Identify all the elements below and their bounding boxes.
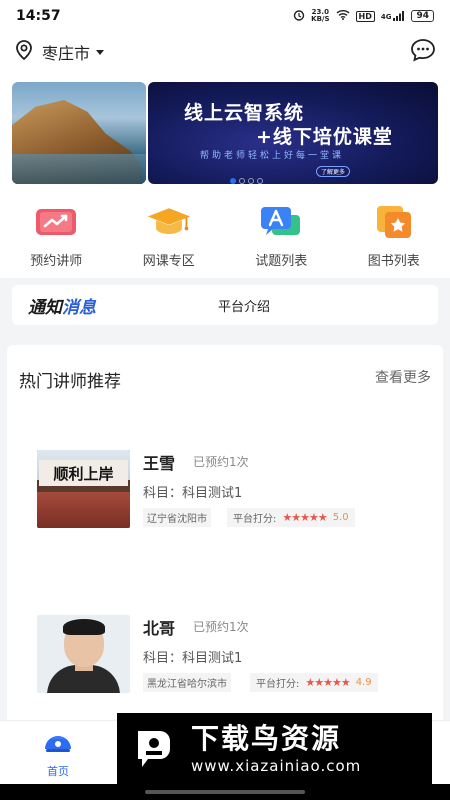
banner-slide-previous[interactable] xyxy=(12,82,146,184)
teacher-item[interactable]: 顺利上岸 王雪 已预约1次 科目：科目测试1 辽宁省沈阳市 平台打分: ★★★★… xyxy=(37,450,427,530)
gesture-handle[interactable] xyxy=(145,790,305,794)
quick-item-quiz-list[interactable]: 试题列表 xyxy=(225,194,338,278)
graduation-cap-icon xyxy=(146,204,192,240)
rating-stars: ★★★★★ xyxy=(305,676,350,689)
carousel-dot[interactable] xyxy=(230,178,236,184)
quick-item-online-course[interactable]: 网课专区 xyxy=(113,194,226,278)
status-bar: 14:57 23.0 KB/S HD 4G 94 xyxy=(0,0,450,32)
notice-bar[interactable]: 通知消息 平台介绍 xyxy=(12,285,438,325)
quick-item-label: 试题列表 xyxy=(255,254,308,269)
see-more-link[interactable]: 查看更多 xyxy=(375,367,431,387)
banner-title-line2: +线下培优课堂 xyxy=(256,126,393,148)
watermark: 下载鸟资源 www.xiazainiao.com xyxy=(117,713,432,785)
watermark-url: www.xiazainiao.com xyxy=(191,757,362,775)
teacher-rating: 平台打分: ★★★★★ 5.0 xyxy=(227,508,355,527)
banner-slide-current[interactable]: 线上云智系统 +线下培优课堂 帮助老师轻松上好每一堂课 了解更多 xyxy=(148,82,438,184)
status-icons: 23.0 KB/S HD 4G 94 xyxy=(293,9,434,24)
system-nav-bar xyxy=(0,784,450,800)
banner-carousel[interactable]: 线上云智系统 +线下培优课堂 帮助老师轻松上好每一堂课 了解更多 xyxy=(0,72,450,194)
chevron-down-icon[interactable] xyxy=(96,49,105,55)
rating-score: 4.9 xyxy=(355,677,372,688)
trend-chart-icon xyxy=(33,204,79,240)
banner-title-line1: 线上云智系统 xyxy=(184,102,305,124)
teacher-photo: 顺利上岸 xyxy=(37,450,130,528)
quiz-chat-icon xyxy=(258,204,304,240)
teacher-subject: 科目：科目测试1 xyxy=(143,486,243,501)
quick-item-label: 预约讲师 xyxy=(30,254,83,269)
teacher-booked-count: 已预约1次 xyxy=(193,620,249,634)
carousel-indicator xyxy=(230,178,263,184)
teacher-name: 王雪 xyxy=(143,454,176,473)
teacher-subject: 科目：科目测试1 xyxy=(143,651,243,666)
notice-tag: 通知消息 xyxy=(28,297,96,318)
rating-score: 5.0 xyxy=(332,512,349,523)
notice-text[interactable]: 平台介绍 xyxy=(218,296,270,315)
signal-icon: 4G xyxy=(381,11,406,21)
banner-more-button[interactable]: 了解更多 xyxy=(316,166,351,177)
wifi-icon xyxy=(336,9,350,23)
top-bar: 枣庄市 xyxy=(0,32,450,72)
quick-item-label: 网课专区 xyxy=(142,254,195,269)
teacher-name: 北哥 xyxy=(143,619,176,638)
location-pin-icon[interactable] xyxy=(14,39,34,65)
home-icon xyxy=(41,729,75,759)
hd-badge: HD xyxy=(355,10,375,22)
book-star-icon xyxy=(371,204,417,240)
net-speed: 23.0 KB/S xyxy=(311,8,330,23)
bird-logo-icon xyxy=(127,722,181,776)
carousel-dot[interactable] xyxy=(248,178,254,184)
teacher-location: 黑龙江省哈尔滨市 xyxy=(143,673,231,692)
section-title: 热门讲师推荐 xyxy=(19,372,121,392)
battery-indicator: 94 xyxy=(411,10,434,22)
teacher-photo xyxy=(37,615,130,693)
teacher-item[interactable]: 北哥 已预约1次 科目：科目测试1 黑龙江省哈尔滨市 平台打分: ★★★★★ 4… xyxy=(37,615,427,695)
quick-menu: 预约讲师 网课专区 试题列表 图书列表 xyxy=(0,194,450,278)
alarm-icon xyxy=(293,9,305,24)
teacher-rating: 平台打分: ★★★★★ 4.9 xyxy=(250,673,378,692)
quick-item-label: 图书列表 xyxy=(367,254,420,269)
teacher-booked-count: 已预约1次 xyxy=(193,455,249,469)
teacher-location: 辽宁省沈阳市 xyxy=(143,508,211,527)
city-selector[interactable]: 枣庄市 xyxy=(42,40,90,64)
recommend-card: 热门讲师推荐 查看更多 顺利上岸 王雪 已预约1次 科目：科目测试1 辽宁省沈阳… xyxy=(7,345,443,745)
sea-image xyxy=(12,154,146,184)
carousel-dot[interactable] xyxy=(239,178,245,184)
quick-item-book-teacher[interactable]: 预约讲师 xyxy=(0,194,113,278)
watermark-name: 下载鸟资源 xyxy=(191,722,342,755)
banner-subtitle: 帮助老师轻松上好每一堂课 xyxy=(200,151,345,161)
quick-item-book-list[interactable]: 图书列表 xyxy=(338,194,450,278)
rating-stars: ★★★★★ xyxy=(282,511,327,524)
carousel-dot[interactable] xyxy=(257,178,263,184)
message-bubble-icon[interactable] xyxy=(410,38,436,66)
tab-home-label: 首页 xyxy=(47,765,69,778)
tab-home[interactable]: 首页 xyxy=(38,729,78,779)
status-time: 14:57 xyxy=(16,8,61,24)
